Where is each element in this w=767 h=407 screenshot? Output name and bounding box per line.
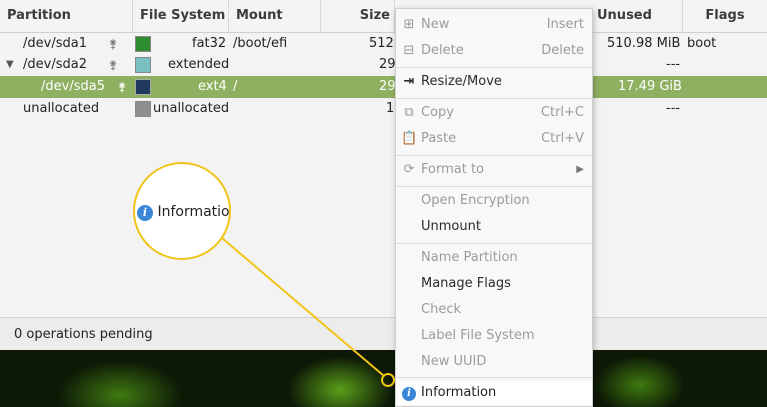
callout-magnifier: i Information — [133, 162, 231, 260]
callout-connector — [221, 237, 385, 377]
callout-content: i Information — [137, 204, 231, 221]
callout-label: Information — [157, 204, 231, 220]
callout-target-ring — [381, 373, 395, 387]
callout-line — [221, 237, 385, 377]
info-icon: i — [137, 205, 153, 221]
